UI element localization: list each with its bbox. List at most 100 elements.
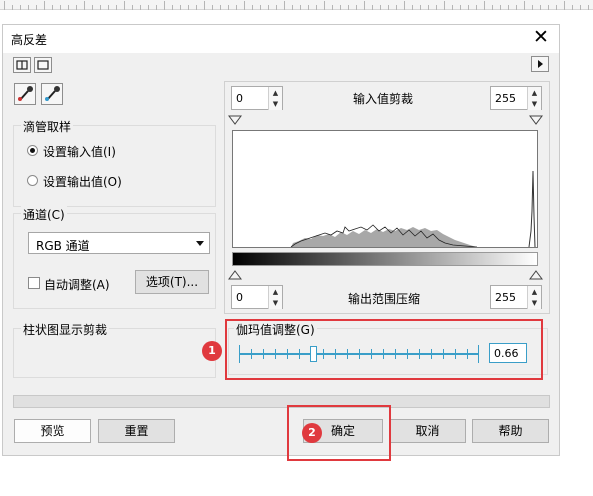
progress-strip (13, 395, 550, 408)
ruler-tick (500, 5, 501, 10)
chevron-down-icon (196, 241, 204, 246)
ruler-tick (524, 1, 525, 10)
sampling-group (13, 125, 216, 207)
ruler-tick (244, 1, 245, 10)
ruler-tick (388, 5, 389, 10)
ruler-tick (52, 5, 53, 10)
ruler-tick (196, 5, 197, 10)
expand-button[interactable] (531, 56, 549, 72)
eyedropper-input-icon (18, 86, 33, 101)
ruler-tick (460, 5, 461, 10)
channel-group (13, 213, 216, 309)
channel-select[interactable]: RGB 通道 (28, 232, 210, 254)
ruler-tick (204, 1, 205, 10)
channel-select-value: RGB 通道 (36, 239, 90, 253)
spin-down-icon[interactable]: ▼ (527, 98, 541, 110)
ruler-tick (300, 5, 301, 10)
ruler-tick (452, 5, 453, 10)
output-high-value: 255 (495, 291, 516, 304)
auto-adjust-box[interactable] (28, 277, 40, 289)
document-ruler (0, 0, 593, 10)
spin-down-icon[interactable]: ▼ (527, 297, 541, 309)
ruler-tick (340, 5, 341, 10)
ruler-tick (60, 5, 61, 10)
ruler-tick (564, 1, 565, 10)
ruler-tick (364, 1, 365, 10)
ruler-tick (420, 5, 421, 10)
single-view-button[interactable] (34, 57, 52, 73)
output-low-value: 0 (236, 291, 243, 304)
ruler-tick (332, 5, 333, 10)
help-button[interactable]: 帮助 (472, 419, 549, 443)
ruler-tick (260, 5, 261, 10)
ruler-tick (284, 1, 285, 10)
ruler-tick (116, 5, 117, 10)
channel-label: 通道(C) (21, 206, 67, 223)
ruler-tick (100, 5, 101, 10)
input-high-handle[interactable] (529, 115, 543, 125)
spin-down-icon[interactable]: ▼ (268, 98, 282, 110)
radio-set-input[interactable]: 设置输入值(I) (27, 143, 177, 159)
ruler-tick (348, 5, 349, 10)
ruler-tick (372, 5, 373, 10)
ruler-tick (476, 5, 477, 10)
ruler-tick (548, 5, 549, 10)
histogram-area (232, 130, 538, 248)
radio-output-dot[interactable] (27, 175, 38, 186)
close-icon[interactable]: ✕ (533, 26, 549, 48)
ruler-tick (580, 5, 581, 10)
auto-adjust-checkbox[interactable]: 自动调整(A) (28, 275, 128, 292)
ruler-tick (436, 5, 437, 10)
auto-adjust-label: 自动调整(A) (44, 278, 110, 292)
eyedropper-output-button[interactable] (41, 83, 63, 105)
single-view-icon (37, 60, 49, 70)
output-low-spinbox[interactable]: 0 ▲ ▼ (231, 285, 283, 309)
ruler-tick (92, 5, 93, 10)
eyedropper-input-button[interactable] (14, 83, 36, 105)
ruler-tick (76, 5, 77, 10)
ruler-tick (588, 5, 589, 10)
ruler-tick (12, 5, 13, 10)
ruler-tick (36, 5, 37, 10)
ruler-tick (484, 1, 485, 10)
dialog-title: 高反差 (11, 33, 48, 47)
options-button[interactable]: 选项(T)... (135, 270, 209, 294)
input-high-value: 255 (495, 92, 516, 105)
ruler-tick (556, 5, 557, 10)
ruler-tick (292, 5, 293, 10)
split-view-icon (16, 60, 28, 70)
ruler-tick (572, 5, 573, 10)
ruler-tick (396, 5, 397, 10)
ruler-tick (444, 1, 445, 10)
ruler-tick (356, 5, 357, 10)
output-low-handle[interactable] (228, 270, 242, 280)
ruler-tick (236, 5, 237, 10)
ruler-tick (428, 5, 429, 10)
histogram-clip-label: 柱状图显示剪裁 (21, 321, 110, 338)
ruler-tick (412, 5, 413, 10)
radio-set-output[interactable]: 设置输出值(O) (27, 173, 177, 189)
output-high-handle[interactable] (529, 270, 543, 280)
ruler-tick (44, 1, 45, 10)
ruler-tick (404, 1, 405, 10)
spin-down-icon[interactable]: ▼ (268, 297, 282, 309)
radio-input-dot[interactable] (27, 145, 38, 156)
preview-button[interactable]: 预览 (14, 419, 91, 443)
ruler-tick (316, 5, 317, 10)
ruler-tick (68, 5, 69, 10)
ruler-tick (228, 5, 229, 10)
ruler-tick (148, 5, 149, 10)
ruler-tick (164, 1, 165, 10)
ruler-tick (380, 5, 381, 10)
input-low-spinbox[interactable]: 0 ▲ ▼ (231, 86, 283, 110)
reset-button[interactable]: 重置 (98, 419, 175, 443)
ruler-tick (508, 5, 509, 10)
split-view-button[interactable] (13, 57, 31, 73)
input-high-spinbox[interactable]: 255 ▲ ▼ (490, 86, 542, 110)
output-high-spinbox[interactable]: 255 ▲ ▼ (490, 285, 542, 309)
annotation-marker-1: 1 (202, 341, 222, 361)
cancel-button[interactable]: 取消 (389, 419, 466, 443)
input-low-handle[interactable] (228, 115, 242, 125)
ruler-tick (492, 5, 493, 10)
ruler-tick (172, 5, 173, 10)
